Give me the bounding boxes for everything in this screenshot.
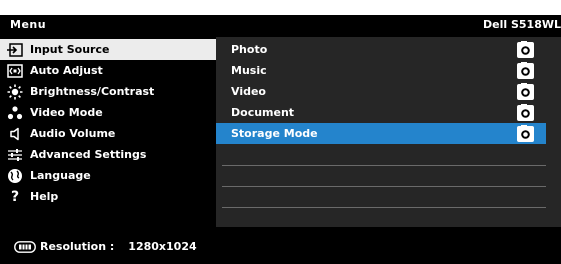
submenu-item-music[interactable]: Music [216, 60, 546, 81]
brightness-icon [0, 84, 30, 100]
submenu-item-photo[interactable]: Photo [216, 39, 546, 60]
submenu-item-label: Document [231, 106, 295, 119]
submenu-item-label: Music [231, 64, 267, 77]
osd-title-bar: Menu Dell S518WL [0, 15, 561, 37]
projector-osd: Menu Dell S518WL Input Source Auto Adjus… [0, 0, 561, 264]
submenu-item-storage-mode[interactable]: Storage Mode [216, 123, 546, 144]
usb-camera-icon [517, 104, 534, 121]
menu-item-audio-volume[interactable]: Audio Volume [0, 123, 216, 144]
resolution-value: 1280x1024 [128, 240, 197, 253]
menu-item-advanced-settings[interactable]: Advanced Settings [0, 144, 216, 165]
submenu-divider [222, 207, 546, 208]
display-icon [14, 240, 36, 253]
menu-item-video-mode[interactable]: Video Mode [0, 102, 216, 123]
resolution-label: Resolution : [40, 240, 115, 253]
submenu-item-label: Photo [231, 43, 268, 56]
usb-camera-icon [517, 125, 534, 142]
speaker-icon [0, 127, 30, 141]
usb-camera-icon [517, 83, 534, 100]
globe-icon [0, 168, 30, 184]
menu-item-language[interactable]: Language [0, 165, 216, 186]
menu-item-brightness-contrast[interactable]: Brightness/Contrast [0, 81, 216, 102]
submenu-item-video[interactable]: Video [216, 81, 546, 102]
menu-item-label: Language [30, 169, 91, 182]
menu-item-label: Help [30, 190, 59, 203]
input-source-icon [0, 42, 30, 57]
menu-item-label: Video Mode [30, 106, 103, 119]
submenu-item-label: Storage Mode [231, 127, 318, 140]
menu-item-label: Brightness/Contrast [30, 85, 155, 98]
model-name: Dell S518WL [483, 18, 561, 31]
question-icon: ? [10, 188, 20, 205]
menu-item-input-source[interactable]: Input Source [0, 39, 216, 60]
menu-item-label: Auto Adjust [30, 64, 103, 77]
sliders-icon [0, 148, 30, 162]
usb-camera-icon [517, 41, 534, 58]
menu-item-label: Input Source [30, 43, 110, 56]
menu-item-label: Audio Volume [30, 127, 116, 140]
menu-item-help[interactable]: ? Help [0, 186, 216, 207]
submenu-item-document[interactable]: Document [216, 102, 546, 123]
menu-item-auto-adjust[interactable]: Auto Adjust [0, 60, 216, 81]
submenu-item-label: Video [231, 85, 266, 98]
auto-adjust-icon [0, 63, 30, 78]
menu-item-label: Advanced Settings [30, 148, 147, 161]
submenu-divider [222, 165, 546, 166]
resolution-status: Resolution : 1280x1024 [14, 240, 197, 253]
submenu-divider [222, 186, 546, 187]
video-mode-icon [0, 105, 30, 120]
usb-camera-icon [517, 62, 534, 79]
menu-title: Menu [10, 18, 47, 31]
